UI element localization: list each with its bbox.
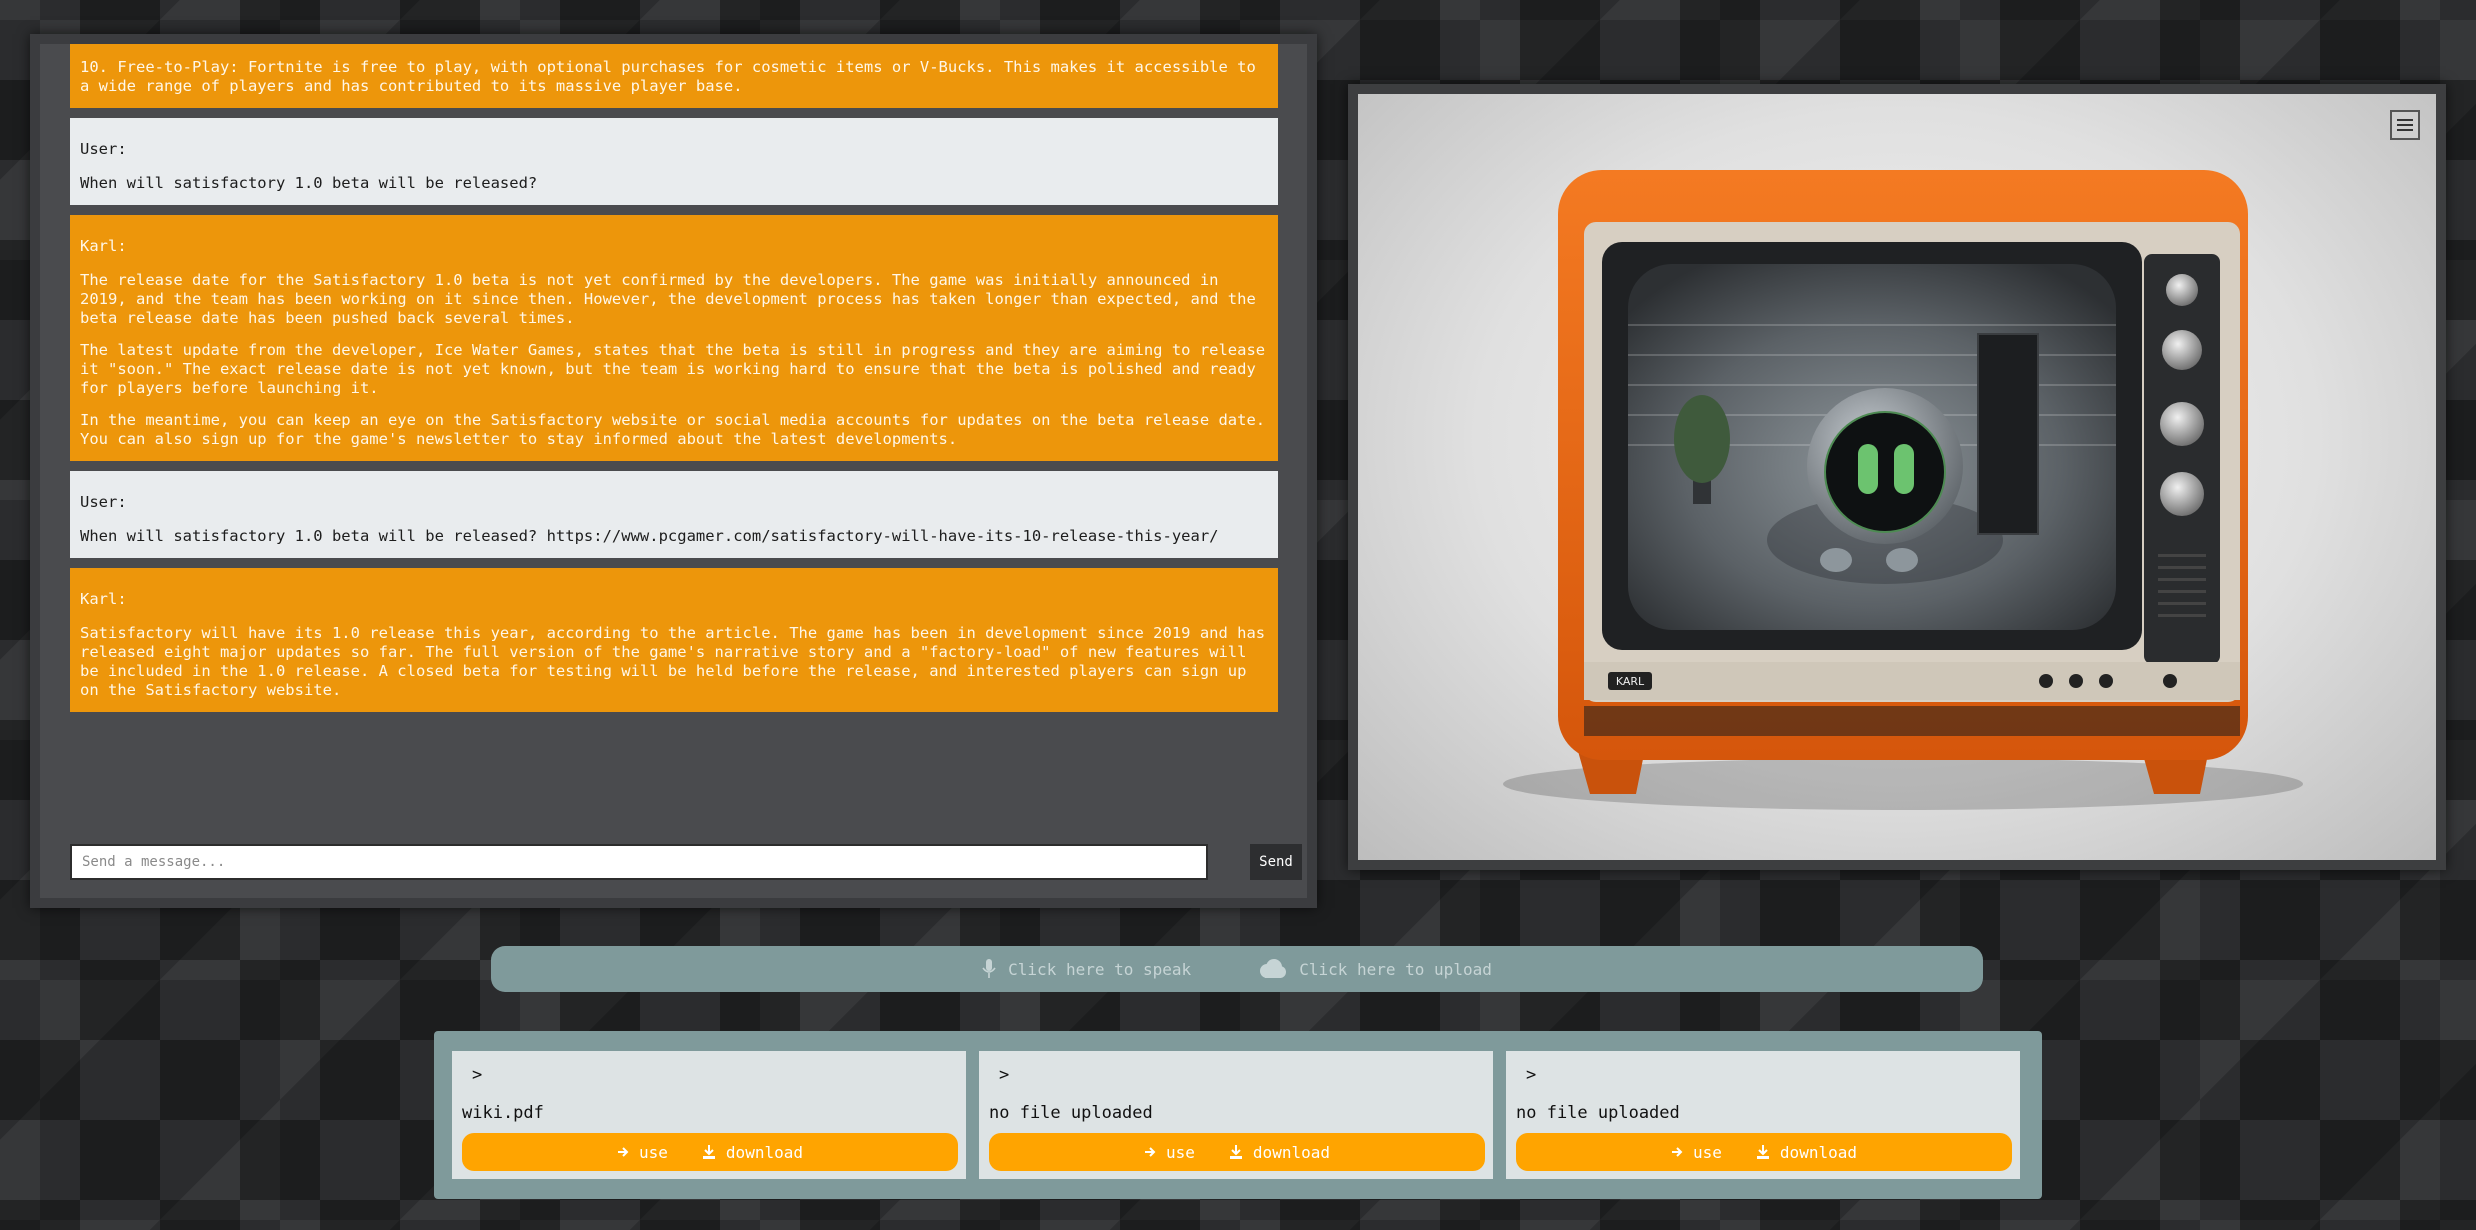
- knob-icon: [2166, 274, 2198, 306]
- file-action-bar: use download: [462, 1133, 958, 1171]
- download-label: download: [1779, 1142, 1857, 1162]
- file-name: no file uploaded: [989, 1103, 1153, 1123]
- message-text: When will satisfactory 1.0 beta will be …: [80, 527, 1219, 545]
- cloud-icon: [1260, 959, 1287, 978]
- knob-icon: [2160, 402, 2204, 446]
- karl-tv-illustration: KARL: [1358, 94, 2436, 860]
- file-expand-toggle[interactable]: >: [472, 1065, 482, 1085]
- file-expand-toggle[interactable]: >: [999, 1065, 1009, 1085]
- message-speaker: User:: [80, 493, 127, 511]
- retro-tv-image: KARL: [1503, 170, 2303, 810]
- avatar-panel: KARL: [1348, 84, 2446, 870]
- karl-message: to enjoy. 10. Free-to-Play: Fortnite is f…: [70, 44, 1278, 108]
- message-input[interactable]: [70, 844, 1208, 880]
- message-text: When will satisfactory 1.0 beta will be …: [80, 174, 538, 192]
- message-text: to enjoy.: [80, 44, 1268, 45]
- file-slot-3: > no file uploaded use download: [1506, 1051, 2020, 1179]
- karl-message: Karl: The release date for the Satisfacto…: [70, 215, 1278, 461]
- speak-upload-bar: Click here to speak Click here to upload: [491, 946, 1983, 992]
- download-file-button[interactable]: download: [702, 1143, 803, 1162]
- robot-eye-left: [1858, 444, 1878, 494]
- message-speaker: Karl:: [80, 590, 127, 608]
- message-list: to enjoy. 10. Free-to-Play: Fortnite is f…: [70, 44, 1318, 722]
- speak-button[interactable]: Click here to speak: [982, 959, 1191, 979]
- files-panel: > wiki.pdf use download > no file upload…: [434, 1031, 2042, 1199]
- use-file-button[interactable]: use: [1671, 1143, 1722, 1162]
- download-icon: [702, 1145, 715, 1159]
- message-text: The latest update from the developer, Ic…: [80, 341, 1275, 397]
- download-label: download: [1252, 1142, 1330, 1162]
- send-button[interactable]: Send: [1250, 844, 1302, 880]
- tv-button-icon: [2039, 674, 2053, 688]
- file-action-bar: use download: [1516, 1133, 2012, 1171]
- karl-message: Karl: Satisfactory will have its 1.0 rele…: [70, 568, 1278, 712]
- knob-icon: [2160, 472, 2204, 516]
- user-message: User: When will satisfactory 1.0 beta wil…: [70, 471, 1278, 558]
- file-name: no file uploaded: [1516, 1103, 1680, 1123]
- chat-panel: to enjoy. 10. Free-to-Play: Fortnite is f…: [30, 34, 1317, 908]
- message-text: 10. Free-to-Play: Fortnite is free to pl…: [80, 58, 1266, 95]
- message-text: The release date for the Satisfactory 1.…: [80, 271, 1266, 327]
- arrow-right-icon: [618, 1147, 629, 1157]
- speak-label: Click here to speak: [1008, 959, 1192, 979]
- file-action-bar: use download: [989, 1133, 1485, 1171]
- server-rack: [1977, 333, 2039, 535]
- message-speaker: Karl:: [80, 237, 127, 255]
- message-input-row: Send: [70, 844, 1310, 882]
- tv-button-icon: [2099, 674, 2113, 688]
- file-name: wiki.pdf: [462, 1103, 544, 1123]
- upload-label: Click here to upload: [1299, 959, 1492, 979]
- use-label: use: [639, 1142, 668, 1162]
- plant-icon: [1674, 395, 1730, 483]
- hamburger-menu-icon: [2397, 119, 2413, 131]
- chat-history[interactable]: to enjoy. 10. Free-to-Play: Fortnite is f…: [70, 44, 1318, 819]
- download-icon: [1229, 1145, 1242, 1159]
- download-icon: [1756, 1145, 1769, 1159]
- download-file-button[interactable]: download: [1229, 1143, 1330, 1162]
- use-file-button[interactable]: use: [617, 1143, 668, 1162]
- message-speaker: User:: [80, 140, 127, 158]
- microphone-icon: [982, 959, 996, 978]
- arrow-right-icon: [1672, 1147, 1683, 1157]
- menu-button[interactable]: [2390, 110, 2420, 140]
- download-file-button[interactable]: download: [1756, 1143, 1857, 1162]
- use-file-button[interactable]: use: [1144, 1143, 1195, 1162]
- file-expand-toggle[interactable]: >: [1526, 1065, 1536, 1085]
- arrow-right-icon: [1145, 1147, 1156, 1157]
- message-text: Satisfactory will have its 1.0 release t…: [80, 624, 1275, 699]
- file-slot-1: > wiki.pdf use download: [452, 1051, 966, 1179]
- knob-icon: [2162, 330, 2202, 370]
- robot-foot-right: [1886, 548, 1918, 572]
- tv-button-icon: [2163, 674, 2177, 688]
- use-label: use: [1166, 1142, 1195, 1162]
- upload-button[interactable]: Click here to upload: [1257, 959, 1492, 979]
- robot-foot-left: [1820, 548, 1852, 572]
- tv-bottom-strip: [1584, 662, 2240, 700]
- robot-face: [1824, 411, 1946, 533]
- download-label: download: [725, 1142, 803, 1162]
- robot-eye-right: [1894, 444, 1914, 494]
- tv-base-slot: [1584, 706, 2240, 736]
- message-text: In the meantime, you can keep an eye on …: [80, 411, 1275, 448]
- file-slot-2: > no file uploaded use download: [979, 1051, 1493, 1179]
- use-label: use: [1693, 1142, 1722, 1162]
- user-message: User: When will satisfactory 1.0 beta wil…: [70, 118, 1278, 205]
- tv-button-icon: [2069, 674, 2083, 688]
- tv-brand-label: KARL: [1616, 675, 1645, 688]
